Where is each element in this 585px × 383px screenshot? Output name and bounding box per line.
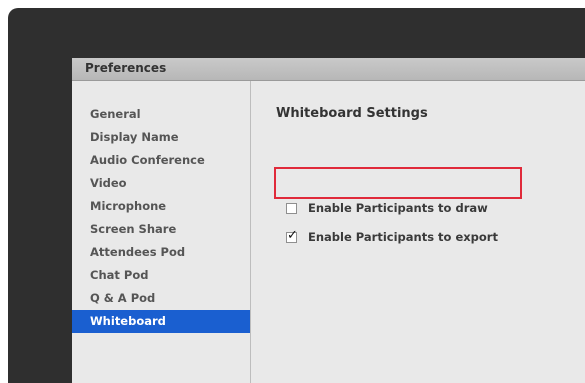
screenshot-frame: Preferences General Display Name Audio C… [0,0,585,383]
sidebar-item-chat-pod[interactable]: Chat Pod [72,264,250,287]
section-title: Whiteboard Settings [276,106,428,121]
option-enable-draw[interactable]: Enable Participants to draw [286,199,488,217]
dialog-title: Preferences [85,61,167,75]
dialog-titlebar[interactable]: Preferences [72,58,585,81]
sidebar-list: General Display Name Audio Conference Vi… [72,103,250,333]
sidebar-item-general[interactable]: General [72,103,250,126]
sidebar-item-screen-share[interactable]: Screen Share [72,218,250,241]
option-enable-export[interactable]: ✓ Enable Participants to export [286,228,498,246]
sidebar-item-qa-pod[interactable]: Q & A Pod [72,287,250,310]
export-checkbox[interactable]: ✓ [286,227,298,243]
sidebar-item-microphone[interactable]: Microphone [72,195,250,218]
highlight-box [274,167,522,199]
sidebar-item-whiteboard[interactable]: Whiteboard [72,310,250,333]
sidebar-item-display-name[interactable]: Display Name [72,126,250,149]
sidebar-item-audio-conference[interactable]: Audio Conference [72,149,250,172]
preferences-dialog: Preferences General Display Name Audio C… [72,58,585,383]
preferences-sidebar: General Display Name Audio Conference Vi… [72,81,251,383]
settings-content: Whiteboard Settings Enable Participants … [251,81,585,383]
export-option-label: Enable Participants to export [308,230,498,244]
sidebar-item-video[interactable]: Video [72,172,250,195]
draw-option-label: Enable Participants to draw [308,201,488,215]
draw-checkbox[interactable] [286,202,297,214]
sidebar-item-attendees-pod[interactable]: Attendees Pod [72,241,250,264]
checkmark-icon: ✓ [287,227,298,243]
